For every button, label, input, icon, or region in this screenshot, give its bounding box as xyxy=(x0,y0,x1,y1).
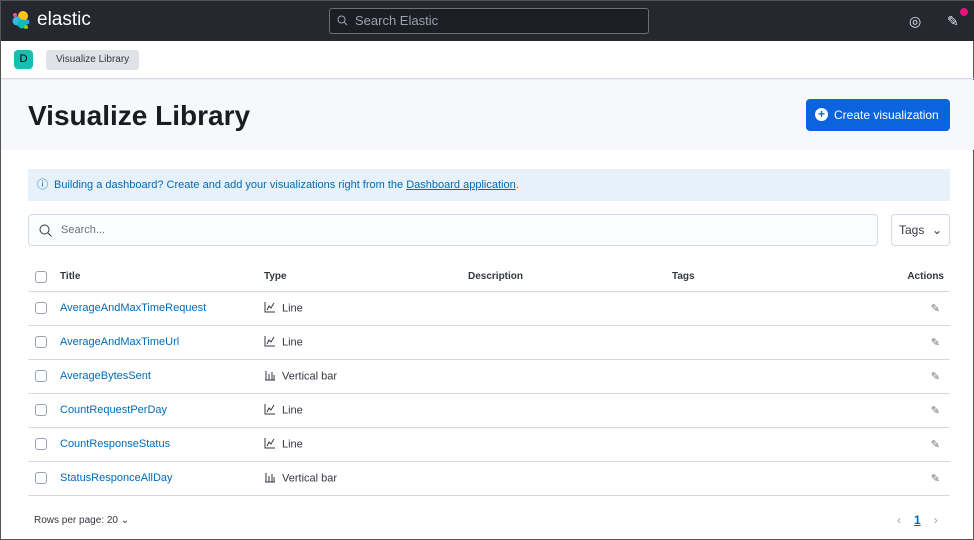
visualization-title-link[interactable]: AverageAndMaxTimeRequest xyxy=(60,302,206,314)
visualization-title-link[interactable]: CountRequestPerDay xyxy=(60,404,167,416)
newsfeed-icon[interactable]: ✎ xyxy=(947,13,959,30)
search-placeholder: Search Elastic xyxy=(355,13,439,28)
search-input[interactable]: Search... xyxy=(28,214,878,246)
col-actions: Actions xyxy=(768,263,950,292)
visualization-title-link[interactable]: StatusResponceAllDay xyxy=(60,472,173,484)
chevron-down-icon: ⌄ xyxy=(931,223,942,237)
table-row: StatusResponceAllDay Vertical bar ✎ xyxy=(28,461,950,496)
bar-chart-icon xyxy=(264,472,276,486)
create-label: Create visualization xyxy=(834,108,939,122)
table-row: AverageAndMaxTimeUrl Line ✎ xyxy=(28,325,950,360)
page-1[interactable]: 1 xyxy=(914,513,921,527)
visualizations-table: Title Type Description Tags Actions Aver… xyxy=(28,263,950,496)
visualization-type: Line xyxy=(282,403,303,416)
edit-pencil-icon[interactable]: ✎ xyxy=(931,405,940,417)
row-checkbox[interactable] xyxy=(35,472,47,485)
line-chart-icon xyxy=(264,301,276,316)
next-page-icon[interactable]: › xyxy=(934,513,938,527)
bar-chart-icon xyxy=(264,370,276,384)
search-placeholder: Search... xyxy=(61,224,106,236)
line-chart-icon xyxy=(264,437,276,452)
visualization-type: Line xyxy=(282,335,303,348)
table-row: AverageBytesSent Vertical bar ✎ xyxy=(28,359,950,394)
breadcrumb-current: Visualize Library xyxy=(46,50,140,70)
space-avatar[interactable]: D xyxy=(14,50,33,69)
search-icon xyxy=(39,224,52,237)
row-checkbox[interactable] xyxy=(35,336,47,349)
visualization-type: Line xyxy=(282,437,303,450)
visualization-title-link[interactable]: AverageBytesSent xyxy=(60,370,151,382)
visualization-title-link[interactable]: CountResponseStatus xyxy=(60,438,170,450)
tags-filter-button[interactable]: Tags ⌄ xyxy=(891,214,950,246)
callout-end: . xyxy=(515,179,519,191)
page-title: Visualize Library xyxy=(28,100,251,131)
visualization-title-link[interactable]: AverageAndMaxTimeUrl xyxy=(60,336,179,348)
row-checkbox[interactable] xyxy=(35,438,47,451)
page-header: Visualize Library + Create visualization xyxy=(1,80,974,150)
brand-name: elastic xyxy=(37,9,91,30)
visualization-type: Vertical bar xyxy=(282,369,338,382)
info-callout: ⓘ Building a dashboard? Create and add y… xyxy=(28,169,950,201)
table-row: AverageAndMaxTimeRequest Line ✎ xyxy=(28,291,950,326)
rows-per-page-label: Rows per page: 20 xyxy=(34,515,118,526)
chevron-down-icon: ⌄ xyxy=(120,515,130,526)
visualization-type: Line xyxy=(282,301,303,314)
callout-text: Building a dashboard? Create and add you… xyxy=(54,179,407,191)
elastic-logo[interactable]: elastic xyxy=(11,9,91,31)
help-icon[interactable]: ◎ xyxy=(909,13,921,30)
rows-per-page-button[interactable]: Rows per page: 20 ⌄ xyxy=(34,515,129,526)
edit-pencil-icon[interactable]: ✎ xyxy=(931,439,940,451)
row-checkbox[interactable] xyxy=(35,302,47,315)
line-chart-icon xyxy=(264,403,276,418)
row-checkbox[interactable] xyxy=(35,404,47,417)
edit-pencil-icon[interactable]: ✎ xyxy=(931,303,940,315)
col-tags: Tags xyxy=(672,263,769,292)
pagination: ‹ 1 › xyxy=(897,513,938,527)
prev-page-icon[interactable]: ‹ xyxy=(897,513,901,527)
table-row: CountRequestPerDay Line ✎ xyxy=(28,393,950,428)
tags-label: Tags xyxy=(899,223,925,237)
dashboard-link[interactable]: Dashboard application xyxy=(406,179,515,191)
col-title[interactable]: Title xyxy=(60,263,264,292)
line-chart-icon xyxy=(264,335,276,350)
row-checkbox[interactable] xyxy=(35,370,47,383)
edit-pencil-icon[interactable]: ✎ xyxy=(931,473,940,485)
top-nav: elastic Search Elastic ◎ ✎ xyxy=(1,1,974,41)
global-search-input[interactable]: Search Elastic xyxy=(329,8,649,34)
search-icon xyxy=(337,15,348,26)
plus-icon: + xyxy=(815,108,828,121)
table-row: CountResponseStatus Line ✎ xyxy=(28,427,950,462)
info-icon: ⓘ xyxy=(37,179,48,191)
visualization-type: Vertical bar xyxy=(282,471,338,484)
col-type[interactable]: Type xyxy=(264,263,468,292)
select-all-checkbox[interactable] xyxy=(35,270,47,283)
col-description: Description xyxy=(468,263,672,292)
create-visualization-button[interactable]: + Create visualization xyxy=(806,99,950,131)
edit-pencil-icon[interactable]: ✎ xyxy=(931,371,940,383)
breadcrumb: D Visualize Library xyxy=(1,41,974,79)
elastic-logo-icon xyxy=(12,11,30,29)
notification-dot xyxy=(960,8,968,16)
edit-pencil-icon[interactable]: ✎ xyxy=(931,337,940,349)
